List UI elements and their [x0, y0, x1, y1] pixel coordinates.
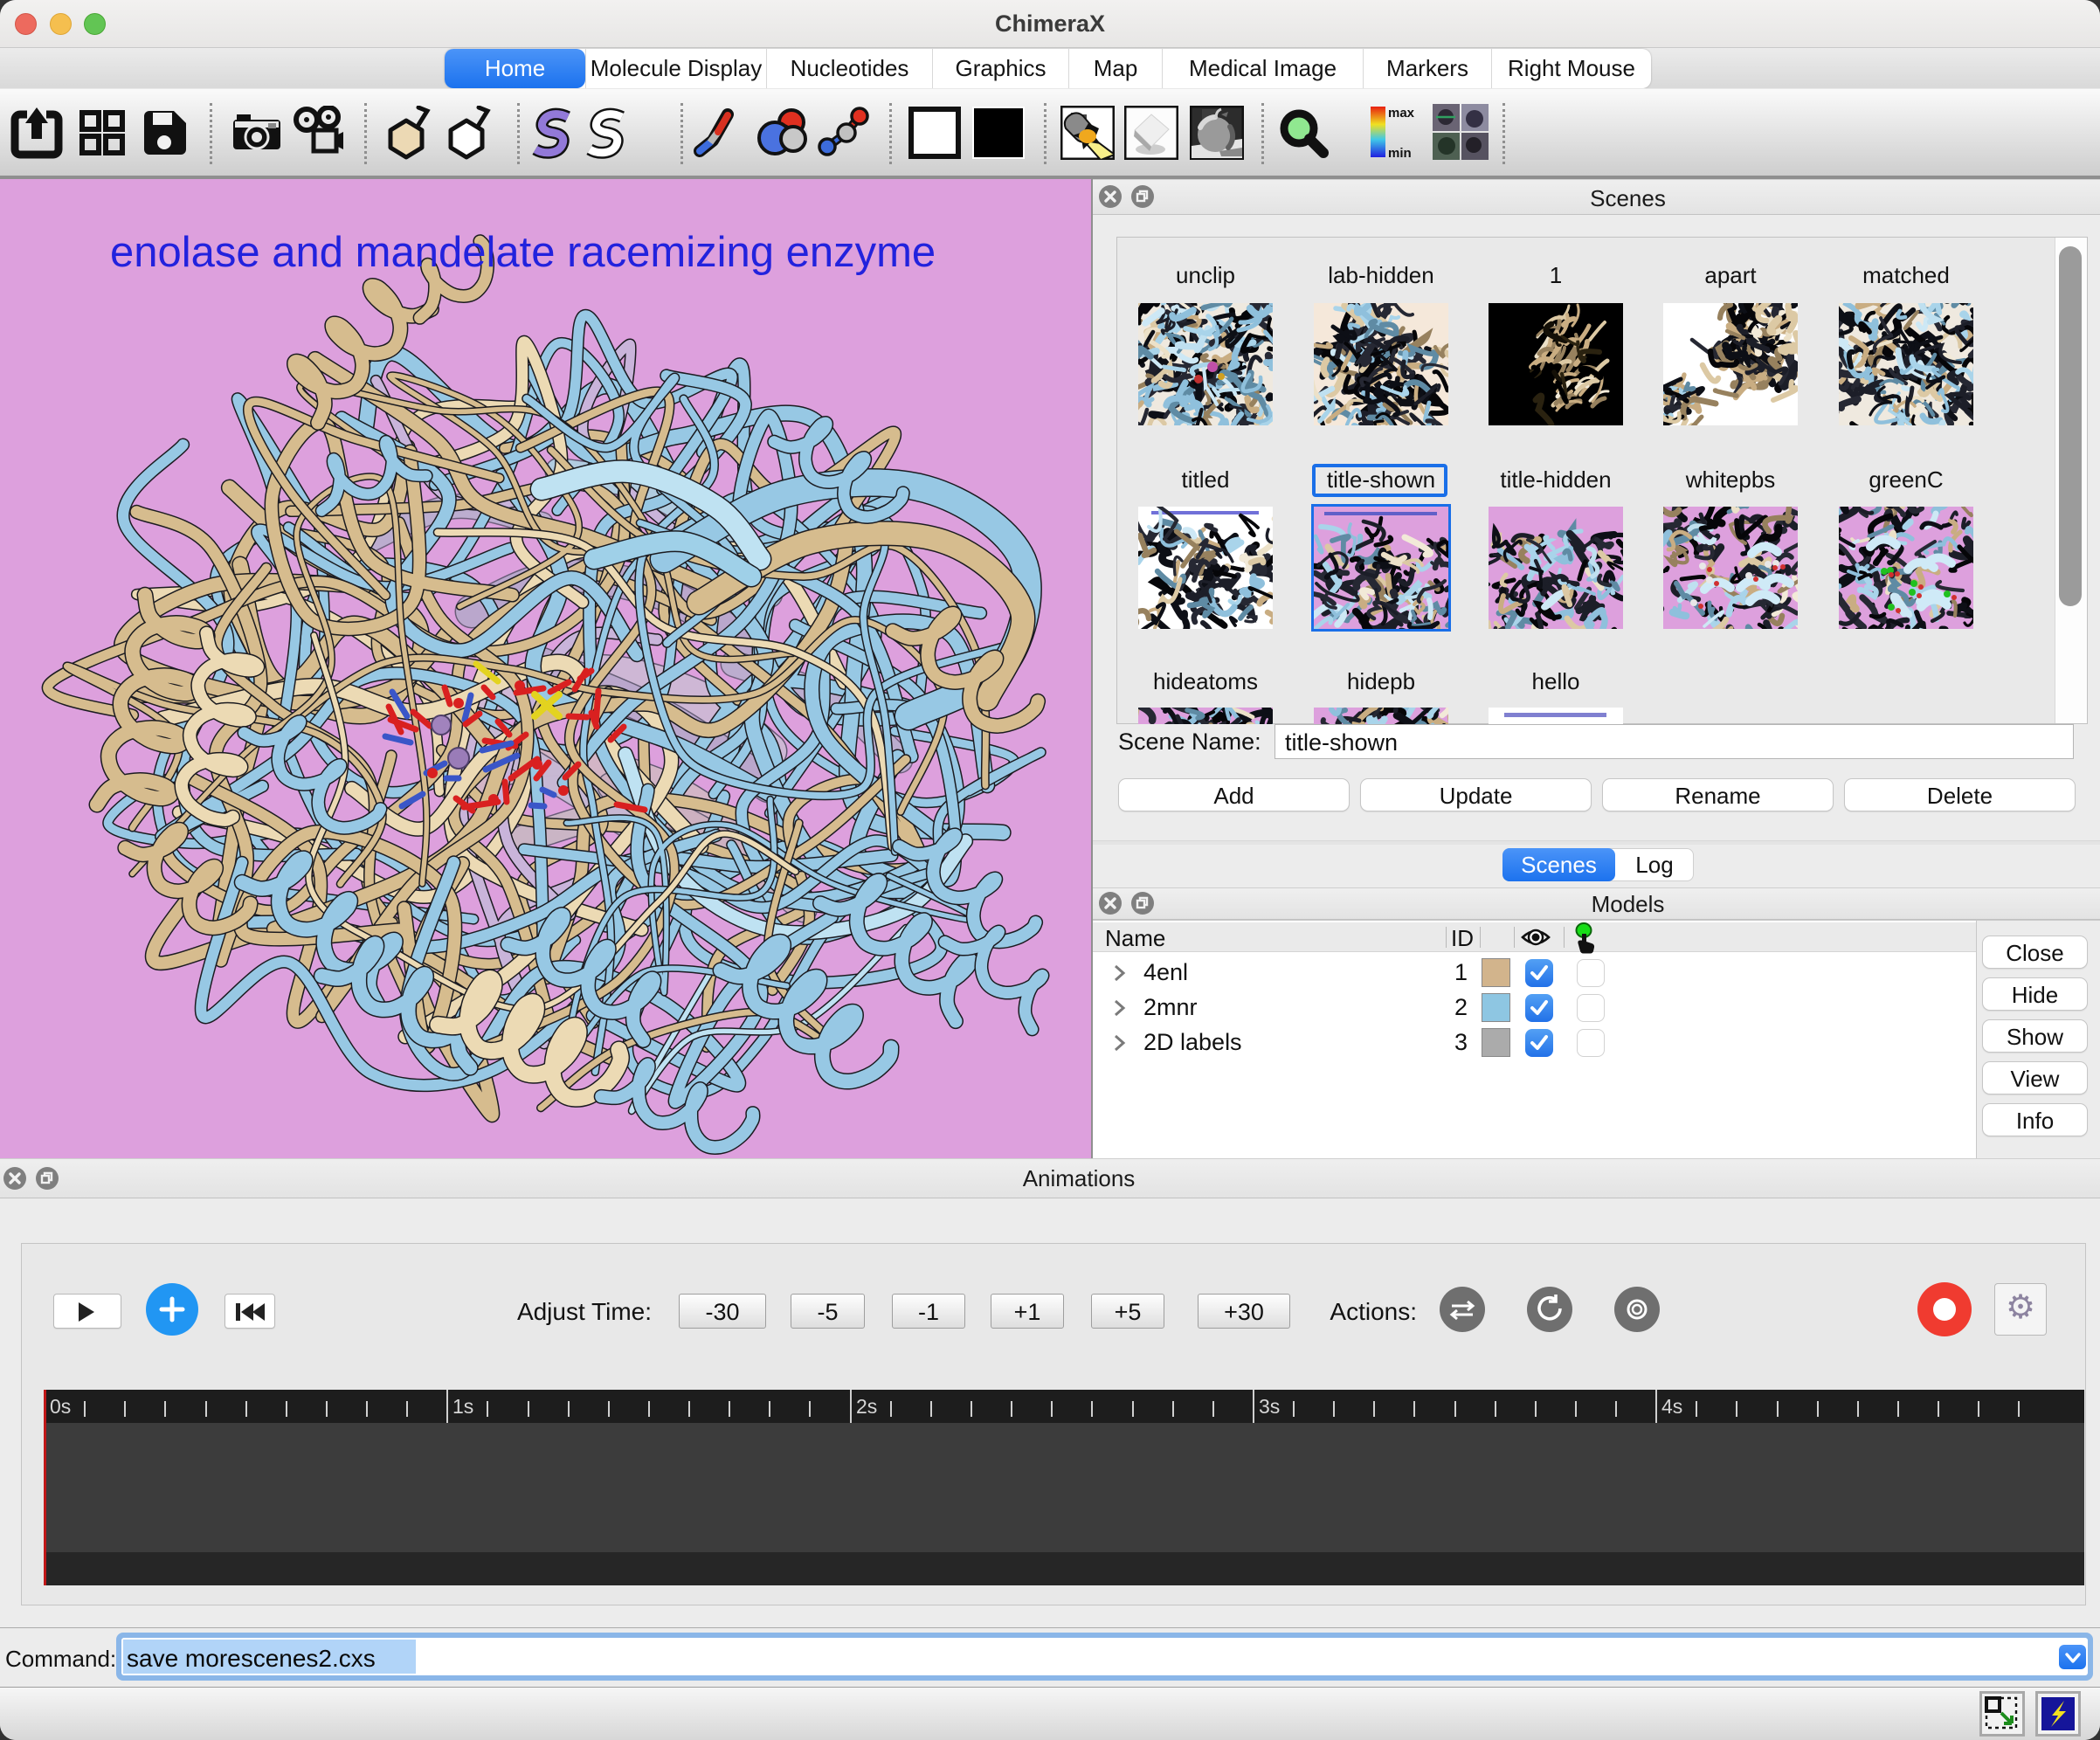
- svg-text:max: max: [1388, 106, 1415, 121]
- svg-text:enolase and mandelate racemizi: enolase and mandelate racemizing enzyme: [110, 229, 936, 276]
- svg-text:min: min: [1388, 146, 1412, 161]
